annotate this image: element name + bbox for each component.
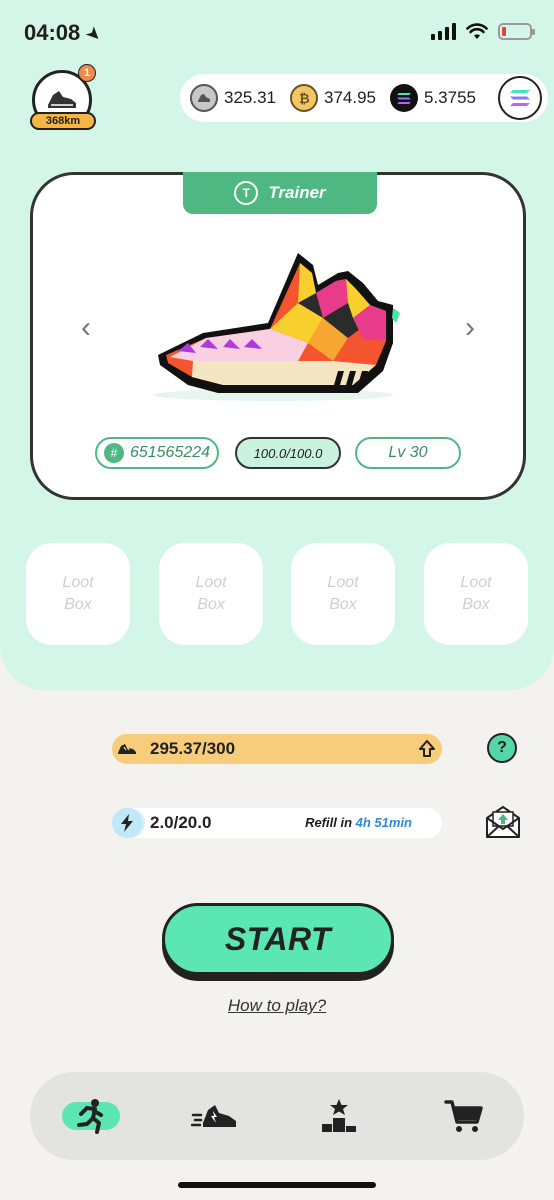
energy-stat-value: 295.37/300: [150, 739, 236, 758]
trainer-type-icon: T: [234, 181, 259, 205]
balances-bar: 325.31 ₿ 374.95 5.3755: [180, 74, 548, 122]
durability-value: 100.0/100.0: [253, 445, 323, 461]
start-button[interactable]: START: [162, 903, 394, 975]
previous-sneaker-button[interactable]: ‹: [71, 311, 101, 345]
loot-box-label: Box: [64, 596, 92, 613]
solana-icon: [510, 90, 530, 106]
tab-run[interactable]: [60, 1094, 120, 1138]
status-time: 04:08➤: [24, 20, 107, 47]
mailbox-icon[interactable]: [484, 804, 522, 840]
notification-badge: 1: [78, 64, 96, 82]
loot-box-label: Loot: [62, 574, 94, 591]
battery-icon: [498, 22, 535, 40]
level-value: Lv 30: [388, 444, 428, 461]
how-to-play-link[interactable]: How to play?: [0, 996, 554, 1016]
loot-box-label: Loot: [460, 574, 492, 591]
tab-sneakers[interactable]: [185, 1094, 245, 1138]
upgrade-arrow-icon[interactable]: [418, 739, 436, 759]
sneaker-type-tab: T Trainer: [183, 172, 377, 214]
loot-box-label: Loot: [195, 574, 227, 591]
question-icon: ?: [497, 739, 507, 756]
loot-box-slot[interactable]: Loot Box: [291, 543, 395, 645]
lightning-icon: [112, 808, 142, 838]
gst-coin-icon: [190, 84, 218, 112]
sol-value: 5.3755: [424, 88, 476, 107]
energy-stat-bar: 295.37/300: [112, 734, 442, 764]
help-button[interactable]: ?: [487, 733, 517, 763]
bottom-tab-bar: [30, 1072, 524, 1160]
podium-icon: [322, 1099, 356, 1132]
loot-box-slot[interactable]: Loot Box: [26, 543, 130, 645]
hash-icon: #: [103, 443, 124, 463]
distance-badge: 368km: [30, 112, 96, 130]
loot-box-label: Loot: [327, 574, 359, 591]
shoe-energy-icon: [112, 734, 142, 764]
sneaker-image: [153, 253, 400, 401]
signal-icon: [431, 22, 456, 40]
how-to-play-label: How to play?: [227, 996, 327, 1015]
gmt-value: 374.95: [324, 88, 376, 107]
refill-time: 4h 51min: [355, 815, 412, 830]
loot-box-slot[interactable]: Loot Box: [159, 543, 263, 645]
home-indicator: [178, 1182, 376, 1188]
running-person-icon: [77, 1099, 103, 1134]
status-time-text: 04:08: [24, 20, 81, 45]
sneaker-id: 651565224: [129, 444, 211, 461]
sneaker-type-label: Trainer: [268, 183, 326, 202]
sneaker-id-pill[interactable]: # 651565224: [95, 437, 219, 469]
sol-coin-icon: [390, 84, 418, 112]
sneaker-card[interactable]: T Trainer ‹ › # 651565224 100.0/100.0 Lv…: [30, 172, 526, 500]
level-pill[interactable]: Lv 30: [355, 437, 461, 469]
loot-box-label: Box: [197, 596, 225, 613]
refill-bar: 2.0/20.0 Refill in 4h 51min: [112, 808, 442, 838]
tab-marketplace[interactable]: [434, 1094, 494, 1138]
tab-ranking[interactable]: [309, 1094, 369, 1138]
loot-box-slot[interactable]: Loot Box: [424, 543, 528, 645]
svg-text:₿: ₿: [299, 92, 310, 106]
refill-timer: Refill in 4h 51min: [305, 815, 412, 830]
gmt-balance[interactable]: ₿ 374.95: [290, 84, 376, 112]
sol-balance[interactable]: 5.3755: [390, 84, 476, 112]
wallet-chain-button[interactable]: [498, 76, 542, 120]
wifi-icon: [466, 22, 488, 39]
sneaker-icon: [191, 1105, 236, 1127]
sneaker-avatar-icon: [48, 91, 76, 108]
next-sneaker-button[interactable]: ›: [455, 311, 485, 345]
cart-icon: [444, 1100, 483, 1132]
status-icons: [431, 22, 535, 40]
durability-pill: 100.0/100.0: [235, 437, 341, 469]
start-label: START: [224, 920, 332, 957]
gst-balance[interactable]: 325.31: [190, 84, 276, 112]
refill-label: Refill in: [305, 815, 353, 830]
loot-box-label: Box: [462, 596, 490, 613]
gmt-coin-icon: ₿: [290, 84, 318, 112]
loot-box-label: Box: [329, 596, 357, 613]
gst-value: 325.31: [224, 88, 276, 107]
refill-value: 2.0/20.0: [150, 813, 212, 832]
